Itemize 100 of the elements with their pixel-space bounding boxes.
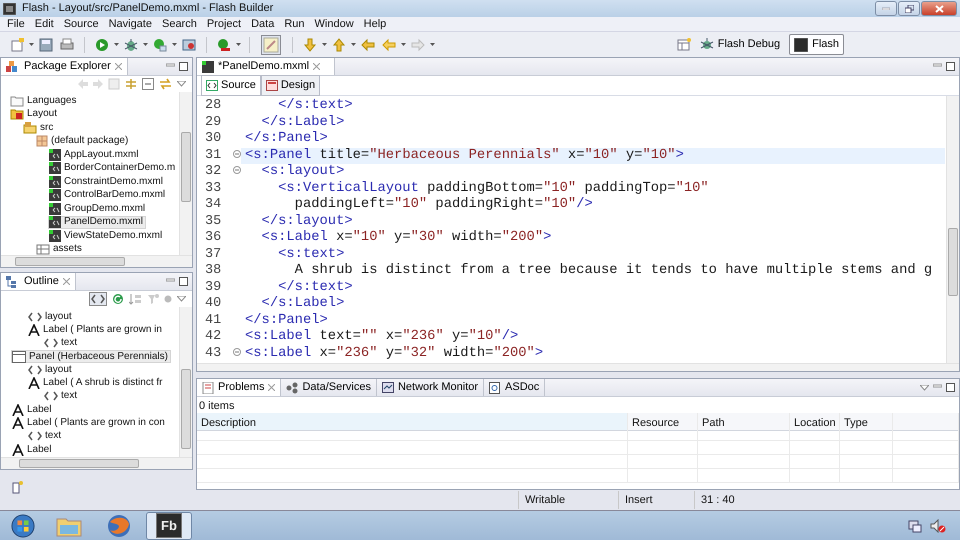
caret-icon[interactable] [114,43,119,46]
tree-item[interactable]: (default package) [35,134,132,148]
caret-icon[interactable] [401,43,406,46]
close-icon[interactable] [114,63,122,70]
menu-item[interactable]: Search [156,16,202,32]
next-annotation-icon[interactable] [303,38,317,52]
menu-item[interactable]: Project [202,16,246,32]
menu-item[interactable]: Help [358,16,392,32]
maximize-icon[interactable] [946,383,955,392]
caret-icon[interactable] [351,43,356,46]
tree-item[interactable]: PanelDemo.mxml [48,216,146,229]
menu-item[interactable]: Navigate [104,16,157,32]
caret-icon[interactable] [29,43,34,46]
tree-item[interactable]: Label ( A shrub is distinct fr [27,376,166,390]
column-header[interactable]: Path [698,413,790,431]
caret-icon[interactable] [236,43,241,46]
save-icon[interactable] [39,38,53,52]
caret-icon[interactable] [430,43,435,46]
column-header[interactable]: Location [790,413,840,431]
fold-icon[interactable] [233,166,241,174]
menu-item[interactable]: Window [310,16,359,32]
pencil-toggle-button[interactable] [261,34,281,54]
tree-item[interactable]: Label [11,442,54,456]
menu-item[interactable]: Run [279,16,310,32]
print-icon[interactable] [60,38,74,52]
maximize-icon[interactable] [179,62,188,71]
new-file-icon[interactable] [10,38,24,52]
column-header[interactable]: Description [197,413,628,431]
collapse-all-icon[interactable] [142,78,154,90]
network-icon[interactable] [908,518,922,532]
editor-tab[interactable]: *PanelDemo.mxml [197,58,336,75]
profile-icon[interactable] [153,38,167,52]
restore-button[interactable] [898,1,920,16]
close-icon[interactable] [268,384,276,391]
tree-item[interactable]: BorderContainerDemo.m [48,162,178,175]
tree-item[interactable]: ConstraintDemo.mxml [48,175,166,188]
run-icon[interactable] [95,38,109,52]
close-button[interactable] [921,1,957,16]
dot-icon[interactable] [164,295,172,303]
mode-button[interactable]: Design [260,75,320,96]
tree-item[interactable]: Label ( Plants are grown in con [11,416,168,430]
view-menu-icon[interactable] [920,384,929,390]
export-icon[interactable] [182,38,196,52]
perspective-button[interactable]: Flash [789,34,844,55]
fold-icon[interactable] [233,150,241,158]
view-menu-icon[interactable] [177,296,186,302]
scrollbar[interactable] [179,92,192,255]
scrollbar[interactable] [179,307,192,457]
taskbar-button[interactable]: Fb [146,512,192,540]
last-edit-icon[interactable] [361,38,375,52]
tree-item[interactable]: Layout [9,108,60,121]
mode-button[interactable]: Source [201,75,261,96]
tree-item[interactable]: text [43,390,80,404]
menu-item[interactable]: File [2,16,30,32]
tree-item[interactable]: text [43,336,80,350]
run-config-icon[interactable] [217,38,231,52]
close-icon[interactable] [62,278,70,285]
view-tab[interactable]: Network Monitor [376,379,484,396]
sync-icon[interactable] [159,78,172,90]
view-tab[interactable]: ASDoc [484,379,546,396]
speaker-muted-icon[interactable] [930,518,946,532]
previous-annotation-icon[interactable] [332,38,346,52]
tree-item[interactable]: layout [27,310,75,324]
refresh-icon[interactable] [112,293,124,305]
fast-view-icon[interactable] [12,480,24,494]
perspective-button[interactable]: Flash Debug [694,34,786,55]
source-view-button[interactable] [89,292,107,306]
tree-item[interactable]: GroupDemo.mxml [48,202,148,216]
menu-item[interactable]: Edit [30,16,59,32]
maximize-icon[interactable] [179,277,188,286]
tree-item[interactable]: Label ( Plants are grown in [27,323,165,337]
caret-icon[interactable] [172,43,177,46]
tree-item[interactable]: ViewStateDemo.mxml [48,229,166,242]
menu-item[interactable]: Data [246,16,280,32]
scrollbar[interactable] [946,96,959,363]
view-tab[interactable]: Data/Services [281,379,377,396]
view-tab[interactable]: Outline [1,273,76,290]
tree-item[interactable]: ControlBarDemo.mxml [48,188,168,202]
tree-item[interactable]: assets [35,242,85,255]
link-icon[interactable] [125,78,137,90]
tree-item[interactable]: src [22,121,56,134]
scrollbar[interactable] [1,255,192,267]
tree-item[interactable]: Label [11,403,54,416]
bug-icon[interactable] [124,38,138,52]
scrollbar[interactable] [1,457,192,469]
maximize-icon[interactable] [946,62,955,71]
view-tab[interactable]: Package Explorer [1,58,128,75]
tree-item[interactable]: Languages [9,94,80,108]
tree-item[interactable]: layout [27,363,75,376]
column-header[interactable]: Type [840,413,893,431]
open-perspective-icon[interactable] [676,38,691,51]
back-icon[interactable] [382,38,396,52]
view-menu-icon[interactable] [177,81,186,87]
scrollbar[interactable] [197,363,959,371]
caret-icon[interactable] [143,43,148,46]
fold-icon[interactable] [233,348,241,356]
close-icon[interactable] [313,63,320,70]
tree-item[interactable]: AppLayout.mxml [48,148,142,162]
caret-icon[interactable] [322,43,327,46]
column-header[interactable]: Resource [628,413,698,431]
